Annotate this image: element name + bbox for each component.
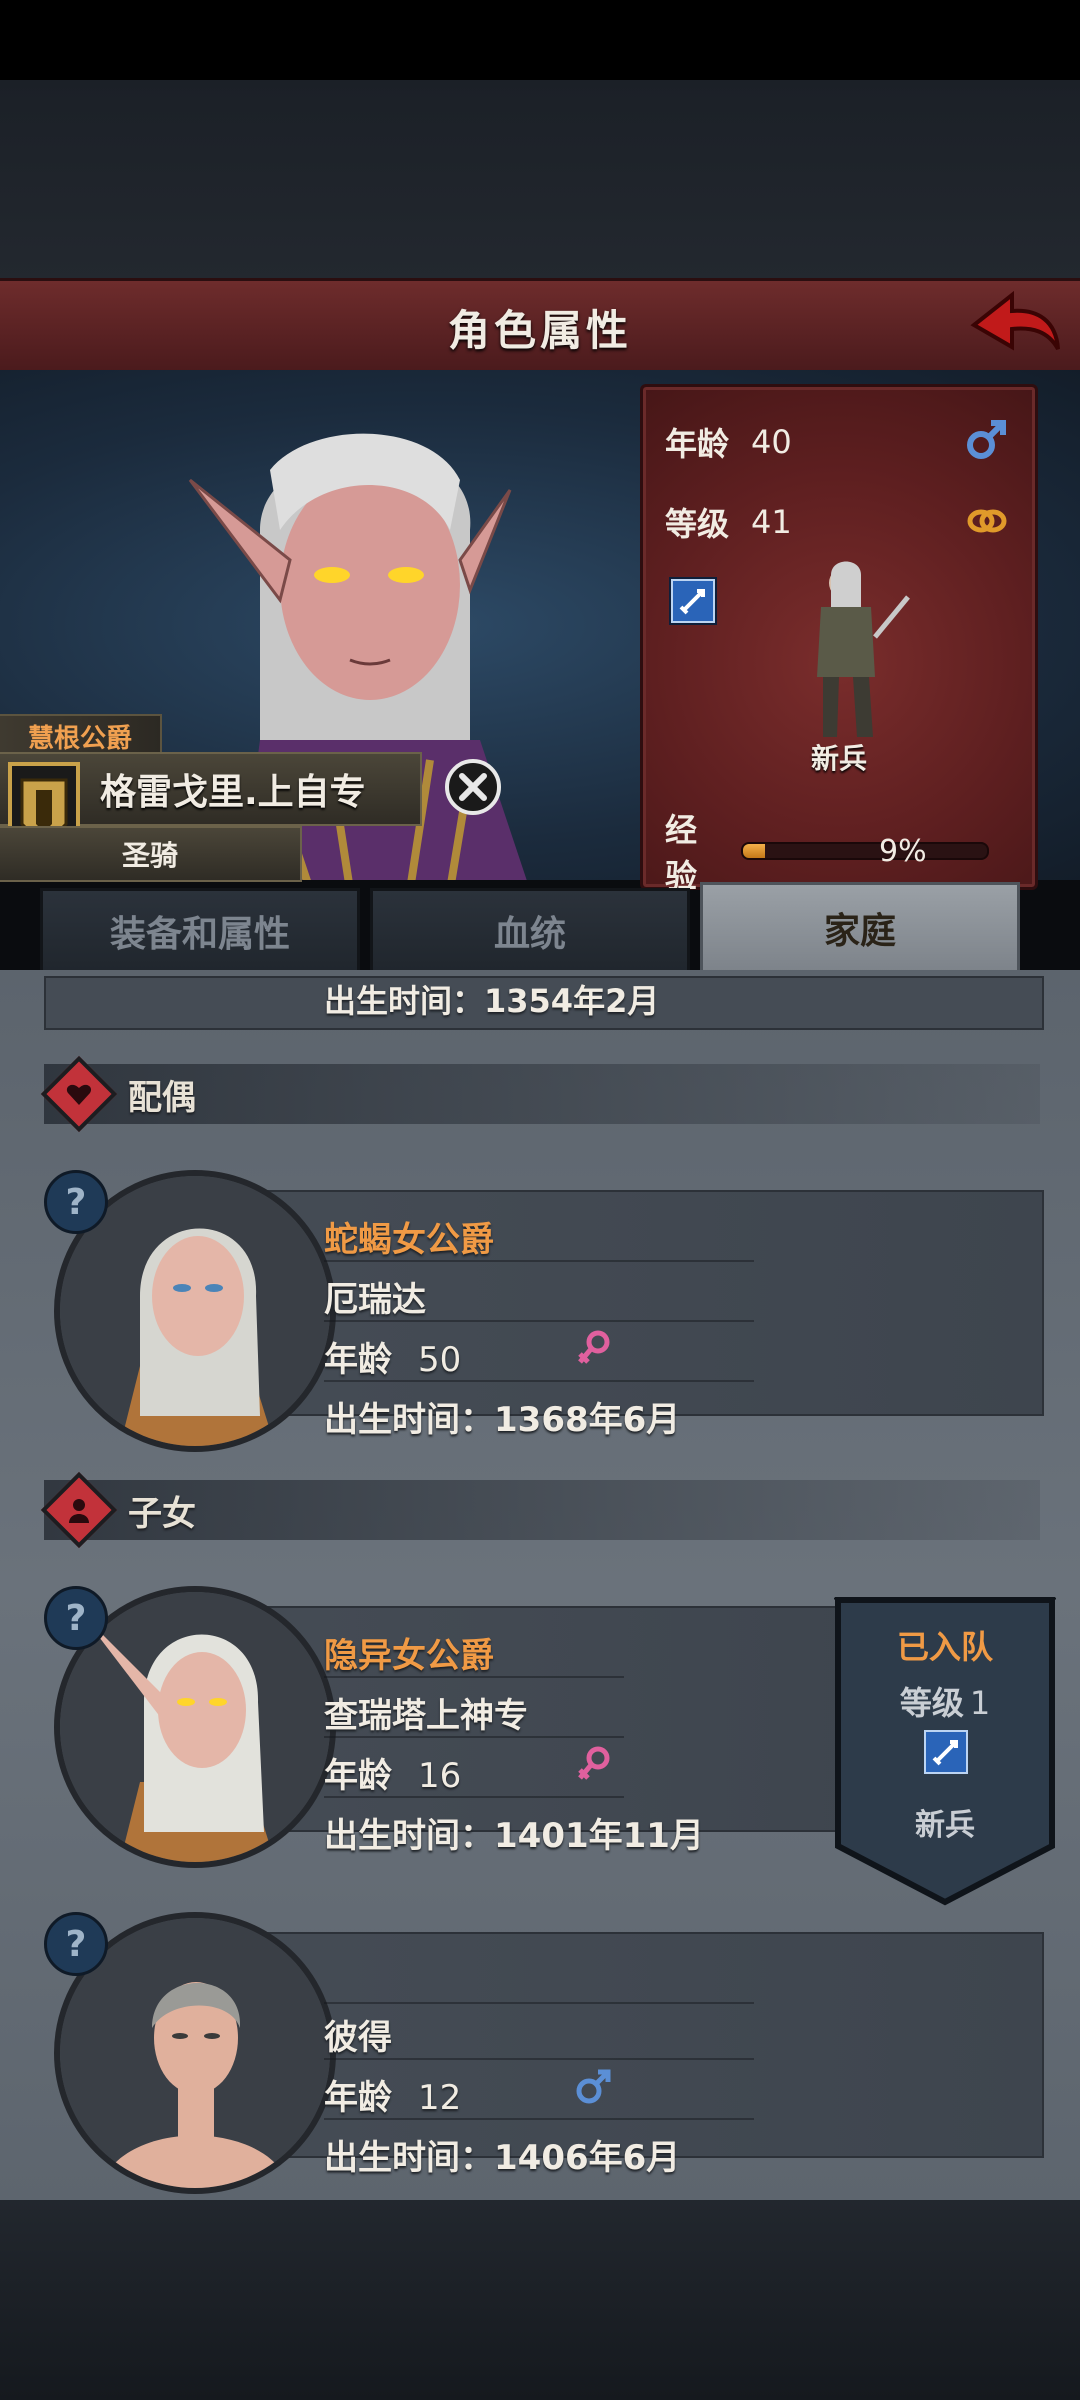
- exp-bar: [740, 842, 990, 860]
- spouse-birth: 出生时间：1368年6月: [324, 1400, 681, 1440]
- stats-panel: 年龄 40 等级 41 新兵 经验 9%: [640, 384, 1038, 895]
- child-2-birth: 出生时间：1406年6月: [324, 2138, 681, 2178]
- divider: [324, 1676, 624, 1678]
- exp-fill: [742, 844, 765, 858]
- divider: [324, 1260, 754, 1262]
- spouse-age-row: 年龄 50: [324, 1332, 461, 1381]
- header-bar: 角色属性: [0, 278, 1080, 377]
- female-gender-icon: [578, 1746, 610, 1780]
- character-class: 圣骑: [121, 839, 178, 872]
- question-icon[interactable]: ?: [44, 1912, 108, 1976]
- spouse-title: 蛇蝎女公爵: [324, 1220, 494, 1260]
- sword-class-icon: [671, 579, 715, 623]
- child-card-2[interactable]: ?: [44, 1912, 1044, 2194]
- person-icon: [40, 1471, 118, 1549]
- child-1-name: 查瑞塔上神专: [324, 1696, 528, 1736]
- divider: [324, 2058, 754, 2060]
- age-label: 年龄: [324, 2078, 392, 2118]
- status-bar: [0, 0, 1080, 80]
- age-value: 40: [751, 423, 792, 461]
- child-2-name: 彼得: [324, 2018, 392, 2058]
- partial-birth: 出生时间：1354年2月: [324, 982, 660, 1020]
- spouse-age: 50: [418, 1340, 462, 1380]
- child-2-age-row: 年龄 12: [324, 2070, 461, 2119]
- divider: [324, 2002, 754, 2004]
- sword-class-icon: [924, 1730, 968, 1774]
- spouse-section-label: 配偶: [128, 1077, 196, 1118]
- age-row: 年龄 40: [665, 419, 792, 465]
- tab-bloodline[interactable]: 血统: [370, 888, 690, 974]
- question-icon[interactable]: ?: [44, 1170, 108, 1234]
- character-name: 格雷戈里.上自专: [100, 772, 366, 813]
- age-label: 年龄: [665, 425, 730, 463]
- party-status: 已入队: [896, 1628, 993, 1666]
- bottom-backdrop: [0, 2200, 1080, 2400]
- close-icon[interactable]: [444, 758, 502, 816]
- tab-equipment[interactable]: 装备和属性: [40, 888, 360, 974]
- noble-title: 慧根公爵: [27, 723, 132, 754]
- child-1-birth: 出生时间：1401年11月: [324, 1816, 704, 1856]
- unit-name: 新兵: [810, 742, 867, 775]
- child-2-age: 12: [418, 2078, 462, 2118]
- back-arrow-icon[interactable]: [968, 287, 1064, 367]
- heart-icon: [40, 1055, 118, 1133]
- unit-figure: [817, 561, 910, 737]
- divider: [324, 2118, 754, 2120]
- spouse-card[interactable]: ?: [44, 1170, 1044, 1452]
- level-row: 等级 41: [665, 499, 792, 545]
- child-1-age-row: 年龄 16: [324, 1748, 461, 1797]
- children-section-label: 子女: [128, 1493, 196, 1534]
- class-plate: 圣骑: [0, 826, 302, 882]
- child-1-age: 16: [418, 1756, 462, 1796]
- party-level-label: 等级: [899, 1684, 964, 1722]
- male-gender-icon: [967, 420, 1006, 459]
- divider: [324, 1796, 624, 1798]
- tab-bar: 装备和属性 血统 家庭: [40, 882, 1020, 974]
- divider: [324, 1736, 624, 1738]
- children-section-header: 子女: [40, 1471, 1040, 1549]
- age-label: 年龄: [324, 1340, 392, 1380]
- spouse-name: 厄瑞达: [324, 1280, 426, 1320]
- top-backdrop: [0, 80, 1080, 280]
- female-gender-icon: [578, 1330, 610, 1364]
- male-gender-icon: [576, 2069, 611, 2104]
- child-1-title: 隐异女公爵: [324, 1636, 494, 1676]
- tab-family[interactable]: 家庭: [700, 882, 1020, 974]
- level-value: 41: [751, 503, 792, 541]
- spouse-section-header: 配偶: [40, 1055, 1040, 1133]
- page-title: 角色属性: [447, 305, 632, 355]
- rings-icon: [967, 509, 1007, 533]
- party-level-value: 1: [969, 1684, 991, 1722]
- question-icon[interactable]: ?: [44, 1586, 108, 1650]
- divider: [324, 1320, 754, 1322]
- level-label: 等级: [665, 505, 730, 543]
- party-level-row: 等级 1: [834, 1678, 1056, 1724]
- divider: [324, 1380, 754, 1382]
- exp-percent: 9%: [879, 833, 927, 869]
- party-unit: 新兵: [915, 1808, 975, 1843]
- age-label: 年龄: [324, 1756, 392, 1796]
